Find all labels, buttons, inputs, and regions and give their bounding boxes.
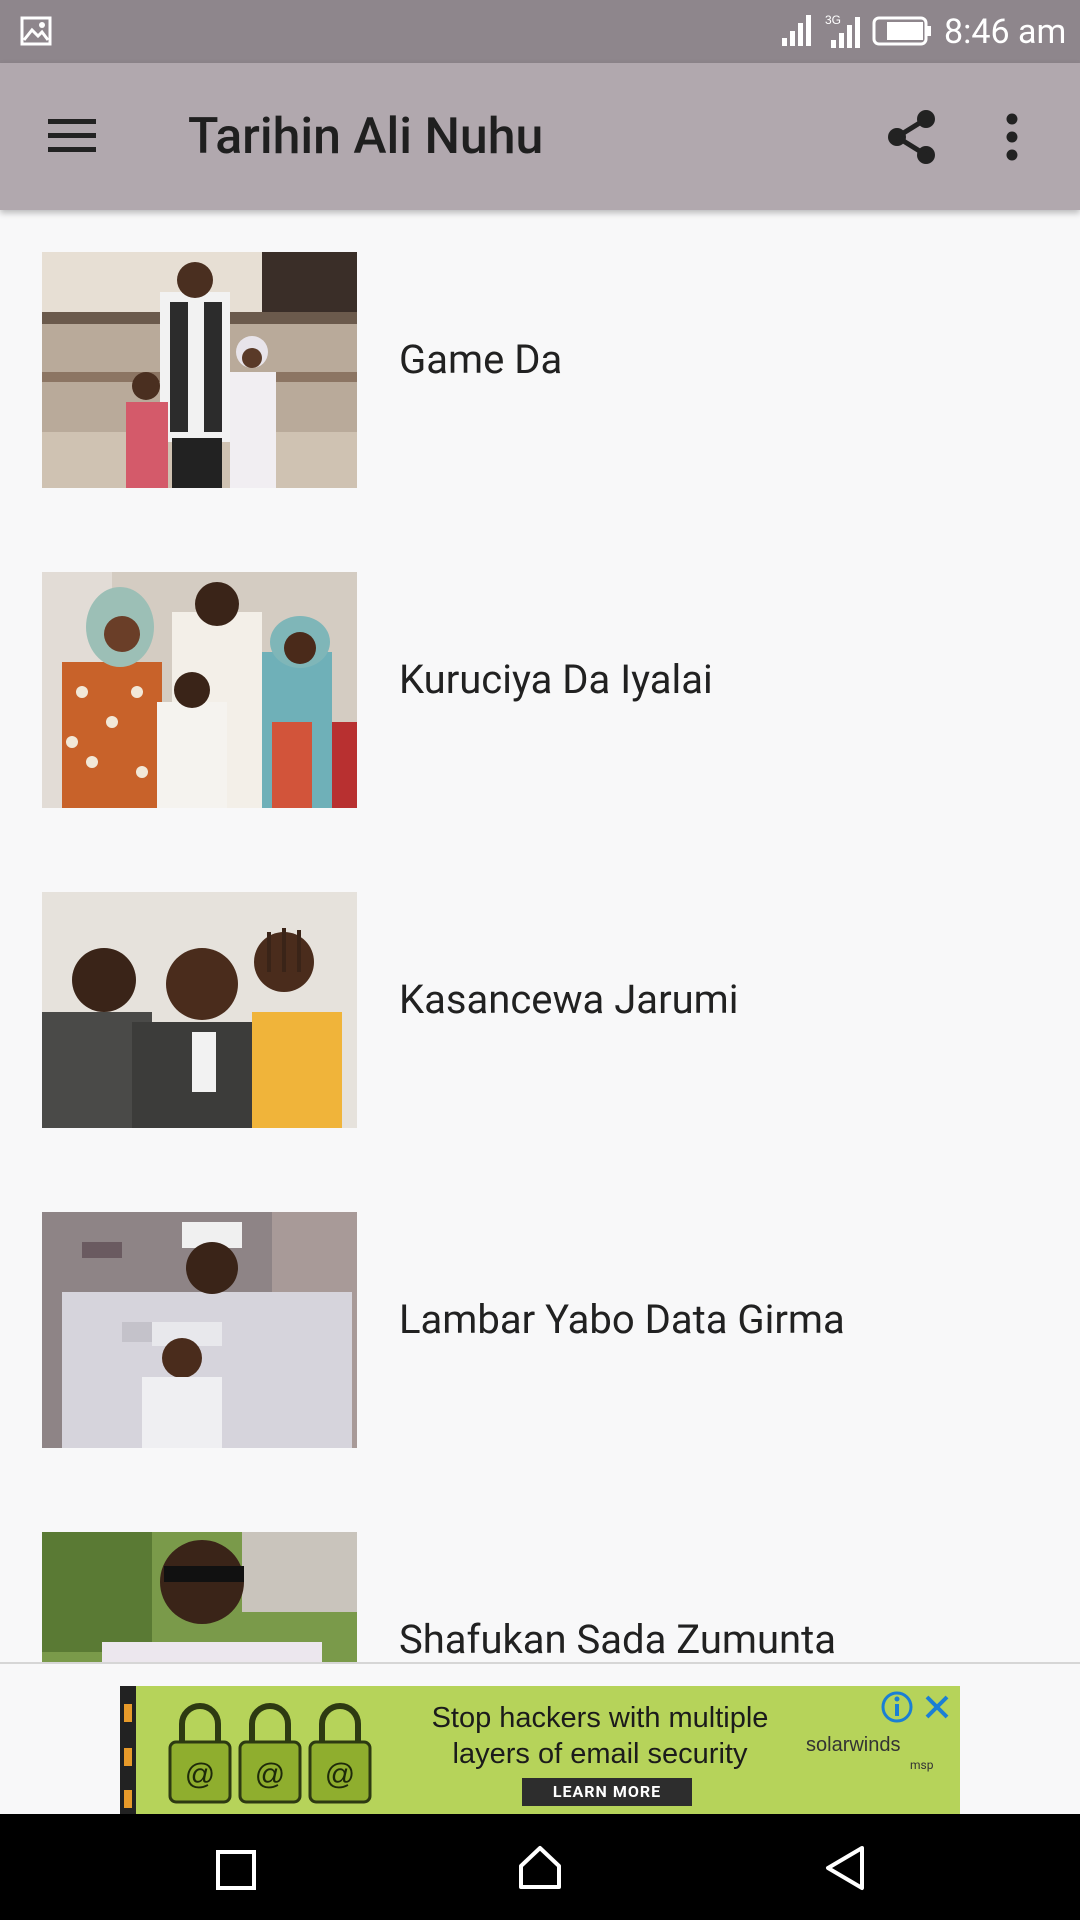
ad-headline-line1: Stop hackers with multiple — [431, 1702, 769, 1734]
battery-icon — [872, 16, 932, 50]
ad-banner[interactable]: @ @ @ Stop hackers with multiple layers … — [120, 1686, 960, 1816]
thumbnail-image — [42, 1532, 357, 1662]
ad-info-icon[interactable] — [880, 1690, 914, 1728]
ad-brand-logo: solarwinds — [806, 1734, 901, 1756]
signal-icon — [780, 14, 814, 50]
status-bar: 3G 8:46 am — [0, 0, 1080, 63]
more-vert-icon[interactable] — [1002, 113, 1022, 165]
signal-3g-icon: 3G — [825, 12, 865, 52]
ad-headline: Stop hackers with multiple layers of ema… — [390, 1700, 810, 1772]
list-item-label: Game Da — [399, 336, 563, 383]
list-item[interactable]: Game Da — [0, 210, 1080, 530]
thumbnail-image — [42, 1212, 357, 1448]
list-item-label: Shafukan Sada Zumunta — [399, 1616, 836, 1662]
list-item[interactable]: Lambar Yabo Data Girma — [0, 1170, 1080, 1490]
ad-side-strip — [120, 1686, 136, 1816]
page-title: Tarihin Ali Nuhu — [188, 108, 544, 166]
list-item[interactable]: Kuruciya Da Iyalai — [0, 530, 1080, 850]
ad-container: @ @ @ Stop hackers with multiple layers … — [0, 1662, 1080, 1816]
recent-apps-icon[interactable] — [215, 1849, 257, 1895]
svg-text:@: @ — [255, 1758, 285, 1791]
system-nav-bar — [0, 1814, 1080, 1920]
list-item[interactable]: Kasancewa Jarumi — [0, 850, 1080, 1170]
list-item-label: Kasancewa Jarumi — [399, 976, 739, 1023]
menu-icon[interactable] — [46, 115, 98, 159]
ad-brand-sub: msp — [910, 1758, 934, 1772]
ad-close-icon[interactable] — [920, 1690, 954, 1728]
padlock-icon: @ @ @ — [160, 1698, 380, 1812]
thumbnail-image — [42, 892, 357, 1128]
app-bar: Tarihin Ali Nuhu — [0, 63, 1080, 210]
list-item-label: Kuruciya Da Iyalai — [399, 656, 713, 703]
ad-headline-line2: layers of email security — [452, 1738, 748, 1770]
list-item[interactable]: Shafukan Sada Zumunta — [0, 1490, 1080, 1662]
share-icon[interactable] — [886, 109, 938, 169]
list-item-label: Lambar Yabo Data Girma — [399, 1296, 845, 1343]
thumbnail-image — [42, 252, 357, 488]
thumbnail-image — [42, 572, 357, 808]
status-time: 8:46 am — [944, 12, 1067, 52]
chapter-list: Game Da Kuruciya Da Iyalai Kasancewa Jar… — [0, 210, 1080, 1662]
network-type-label: 3G — [825, 13, 841, 27]
back-icon[interactable] — [822, 1844, 866, 1896]
svg-text:@: @ — [325, 1758, 355, 1791]
svg-text:@: @ — [185, 1758, 215, 1791]
ad-cta-button[interactable]: LEARN MORE — [522, 1778, 692, 1806]
gallery-icon — [20, 16, 52, 50]
home-icon[interactable] — [517, 1844, 563, 1894]
